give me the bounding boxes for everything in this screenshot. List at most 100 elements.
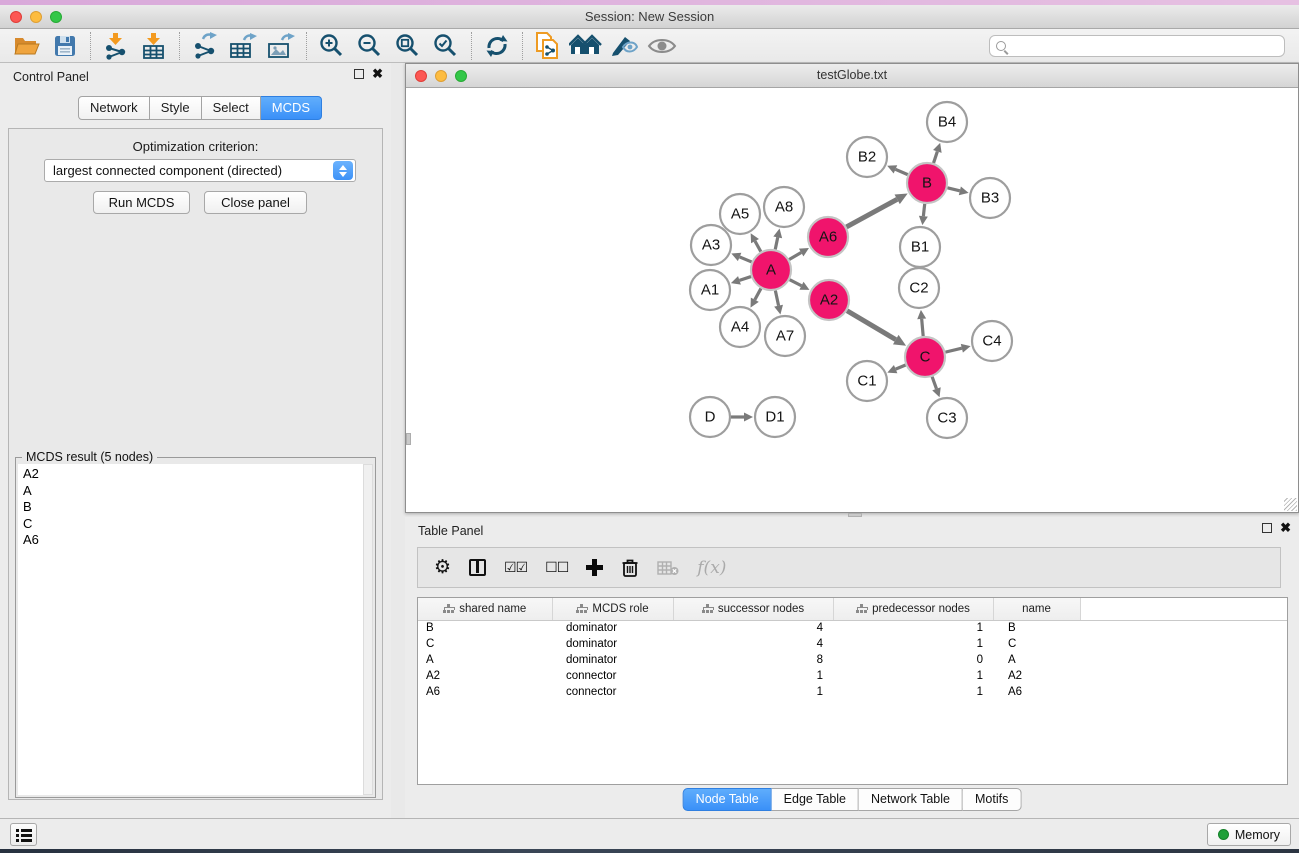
import-table-icon[interactable] xyxy=(135,31,173,61)
graph-node-C4[interactable]: C4 xyxy=(972,321,1012,361)
result-scrollbar[interactable] xyxy=(363,464,373,795)
open-file-icon[interactable] xyxy=(8,31,46,61)
table-cell[interactable]: A2 xyxy=(418,668,552,684)
graph-edge-A-A7[interactable] xyxy=(775,291,778,306)
table-cell[interactable]: A6 xyxy=(418,684,552,700)
graph-node-C3[interactable]: C3 xyxy=(927,398,967,438)
graph-node-C1[interactable]: C1 xyxy=(847,361,887,401)
column-header[interactable]: name xyxy=(993,598,1080,620)
tab-select[interactable]: Select xyxy=(202,96,261,120)
table-cell[interactable]: 1 xyxy=(673,684,833,700)
graph-node-A5[interactable]: A5 xyxy=(720,194,760,234)
table-cell[interactable]: A2 xyxy=(993,668,1080,684)
graph-edge-A-A8[interactable] xyxy=(775,237,777,249)
table-cell[interactable]: dominator xyxy=(552,620,673,636)
close-panel-button[interactable]: Close panel xyxy=(204,191,307,214)
table-cell[interactable]: B xyxy=(418,620,552,636)
table-cell[interactable]: connector xyxy=(552,684,673,700)
column-header[interactable]: shared name xyxy=(418,598,552,620)
table-cell[interactable]: connector xyxy=(552,668,673,684)
table-row[interactable]: Adominator80A xyxy=(418,652,1287,668)
close-panel-icon[interactable]: ✖ xyxy=(372,69,383,79)
tab-mcds[interactable]: MCDS xyxy=(261,96,322,120)
column-header[interactable]: MCDS role xyxy=(552,598,673,620)
table-cell[interactable]: C xyxy=(418,636,552,652)
select-all-columns-icon[interactable]: ☑☑ xyxy=(504,555,527,581)
close-table-panel-icon[interactable]: ✖ xyxy=(1280,523,1291,533)
graph-edge-B-B1[interactable] xyxy=(923,204,924,216)
table-row[interactable]: Cdominator41C xyxy=(418,636,1287,652)
graph-edge-C-C1[interactable] xyxy=(896,365,906,369)
table-cell[interactable]: 1 xyxy=(833,684,993,700)
tab-network[interactable]: Network xyxy=(78,96,150,120)
memory-button[interactable]: Memory xyxy=(1207,823,1291,846)
graph-edge-A6-B[interactable] xyxy=(846,199,897,227)
graph-node-A3[interactable]: A3 xyxy=(691,225,731,265)
tab-network-table[interactable]: Network Table xyxy=(859,788,963,811)
column-header[interactable]: successor nodes xyxy=(673,598,833,620)
table-cell[interactable]: 1 xyxy=(833,636,993,652)
close-network-button[interactable] xyxy=(415,70,427,82)
mcds-result-item[interactable]: A xyxy=(18,483,363,500)
window-edge-grip[interactable] xyxy=(406,433,411,445)
network-graph-canvas[interactable]: AA1A2A3A4A5A6A7A8BB1B2B3B4CC1C2C3C4DD1 xyxy=(406,88,1298,512)
graph-edge-A-A5[interactable] xyxy=(755,241,761,252)
table-row[interactable]: A6connector11A6 xyxy=(418,684,1287,700)
save-session-icon[interactable] xyxy=(46,31,84,61)
export-network-icon[interactable] xyxy=(186,31,224,61)
table-row[interactable]: A2connector11A2 xyxy=(418,668,1287,684)
graph-edge-C-C4[interactable] xyxy=(945,348,961,352)
delete-columns-icon[interactable] xyxy=(621,555,639,581)
table-cell[interactable]: 1 xyxy=(673,668,833,684)
column-header[interactable]: predecessor nodes xyxy=(833,598,993,620)
graph-node-A8[interactable]: A8 xyxy=(764,187,804,227)
mcds-result-item[interactable]: A6 xyxy=(18,532,363,549)
minimize-window-button[interactable] xyxy=(30,11,42,23)
table-options-gear-icon[interactable]: ⚙ xyxy=(434,555,451,581)
graph-node-B1[interactable]: B1 xyxy=(900,227,940,267)
graph-node-C2[interactable]: C2 xyxy=(899,268,939,308)
table-cell[interactable]: dominator xyxy=(552,652,673,668)
close-window-button[interactable] xyxy=(10,11,22,23)
float-table-panel-icon[interactable] xyxy=(1262,523,1272,533)
criterion-dropdown[interactable]: largest connected component (directed) xyxy=(44,159,356,182)
graph-node-B3[interactable]: B3 xyxy=(970,178,1010,218)
table-cell[interactable]: A xyxy=(993,652,1080,668)
graph-edge-A-A4[interactable] xyxy=(755,288,761,299)
table-row[interactable]: Bdominator41B xyxy=(418,620,1287,636)
table-cell[interactable]: 1 xyxy=(833,668,993,684)
duplicate-network-icon[interactable] xyxy=(529,31,567,61)
graph-node-A2[interactable]: A2 xyxy=(809,280,849,320)
eye-icon[interactable] xyxy=(643,31,681,61)
table-cell[interactable]: 0 xyxy=(833,652,993,668)
mcds-result-item[interactable]: B xyxy=(18,499,363,516)
graph-edge-B-B2[interactable] xyxy=(895,169,907,174)
tab-motifs[interactable]: Motifs xyxy=(963,788,1021,811)
graph-node-B[interactable]: B xyxy=(907,163,947,203)
show-columns-icon[interactable] xyxy=(469,555,486,581)
create-column-icon[interactable] xyxy=(586,555,603,581)
graph-node-D1[interactable]: D1 xyxy=(755,397,795,437)
graph-edge-B-B3[interactable] xyxy=(947,188,959,191)
table-cell[interactable]: A xyxy=(418,652,552,668)
import-network-icon[interactable] xyxy=(97,31,135,61)
export-table-icon[interactable] xyxy=(224,31,262,61)
graph-node-A7[interactable]: A7 xyxy=(765,316,805,356)
zoom-fit-icon[interactable] xyxy=(389,31,427,61)
graph-node-A[interactable]: A xyxy=(751,250,791,290)
delete-table-icon[interactable] xyxy=(657,555,679,581)
zoom-out-icon[interactable] xyxy=(351,31,389,61)
graph-node-A1[interactable]: A1 xyxy=(690,270,730,310)
function-builder-icon[interactable]: f(x) xyxy=(697,555,726,581)
minimize-network-button[interactable] xyxy=(435,70,447,82)
graph-edge-A-A3[interactable] xyxy=(740,257,752,262)
graph-node-C[interactable]: C xyxy=(905,337,945,377)
window-resize-grip[interactable] xyxy=(1284,498,1297,511)
network-overview-icon[interactable] xyxy=(567,31,605,61)
network-window-titlebar[interactable]: testGlobe.txt xyxy=(406,64,1298,88)
mcds-result-item[interactable]: A2 xyxy=(18,464,363,483)
graph-edge-A-A2[interactable] xyxy=(790,280,802,286)
graph-edge-A2-C[interactable] xyxy=(847,311,896,340)
table-cell[interactable]: C xyxy=(993,636,1080,652)
table-cell[interactable]: 4 xyxy=(673,636,833,652)
